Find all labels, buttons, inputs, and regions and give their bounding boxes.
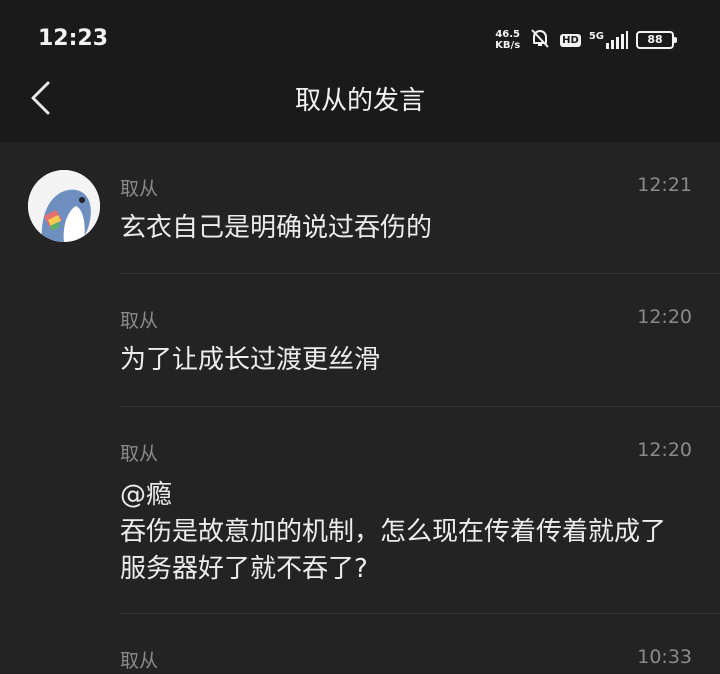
status-icons: 46.5 KB/s HD 5G 88 <box>495 26 677 54</box>
message-author: 取从 <box>120 310 159 332</box>
network-type: 5G <box>588 31 604 42</box>
message-time: 12:21 <box>637 174 692 196</box>
message-list[interactable]: 取从 12:21 玄衣自己是明确说过吞伤的 取从 12:20 为了让成长过渡更丝… <box>0 142 720 674</box>
message-author: 取从 <box>120 178 159 200</box>
message-text: 为了让成长过渡更丝滑 <box>120 345 381 375</box>
message-item[interactable]: 取从 12:20 @瘾 吞伤是故意加的机制，怎么现在传着传着就成了服务器好了就不… <box>0 407 720 614</box>
message-item[interactable]: 取从 12:21 玄衣自己是明确说过吞伤的 <box>0 142 720 274</box>
message-time: 10:33 <box>637 646 692 668</box>
battery-icon: 88 <box>636 31 677 49</box>
message-author: 取从 <box>120 650 159 672</box>
mute-bell-icon <box>528 26 552 54</box>
status-time: 12:23 <box>38 26 109 51</box>
avatar[interactable] <box>28 170 100 242</box>
message-text: @瘾 吞伤是故意加的机制，怎么现在传着传着就成了服务器好了就不吞了? <box>120 480 667 584</box>
top-bar: 12:23 46.5 KB/s HD 5G 88 取从的发言 <box>0 0 720 142</box>
page-title: 取从的发言 <box>294 86 425 116</box>
network-speed-unit: KB/s <box>495 40 521 51</box>
signal-icon: 5G <box>589 31 628 49</box>
message-author: 取从 <box>120 443 159 465</box>
message-item[interactable]: 取从 12:20 为了让成长过渡更丝滑 <box>0 274 720 407</box>
message-item[interactable]: 取从 10:33 <box>0 614 720 674</box>
hd-badge: HD <box>560 33 581 47</box>
message-text: 玄衣自己是明确说过吞伤的 <box>120 213 433 243</box>
message-time: 12:20 <box>637 439 692 461</box>
network-speed: 46.5 KB/s <box>495 29 520 51</box>
message-time: 12:20 <box>637 306 692 328</box>
network-speed-value: 46.5 <box>495 29 520 40</box>
